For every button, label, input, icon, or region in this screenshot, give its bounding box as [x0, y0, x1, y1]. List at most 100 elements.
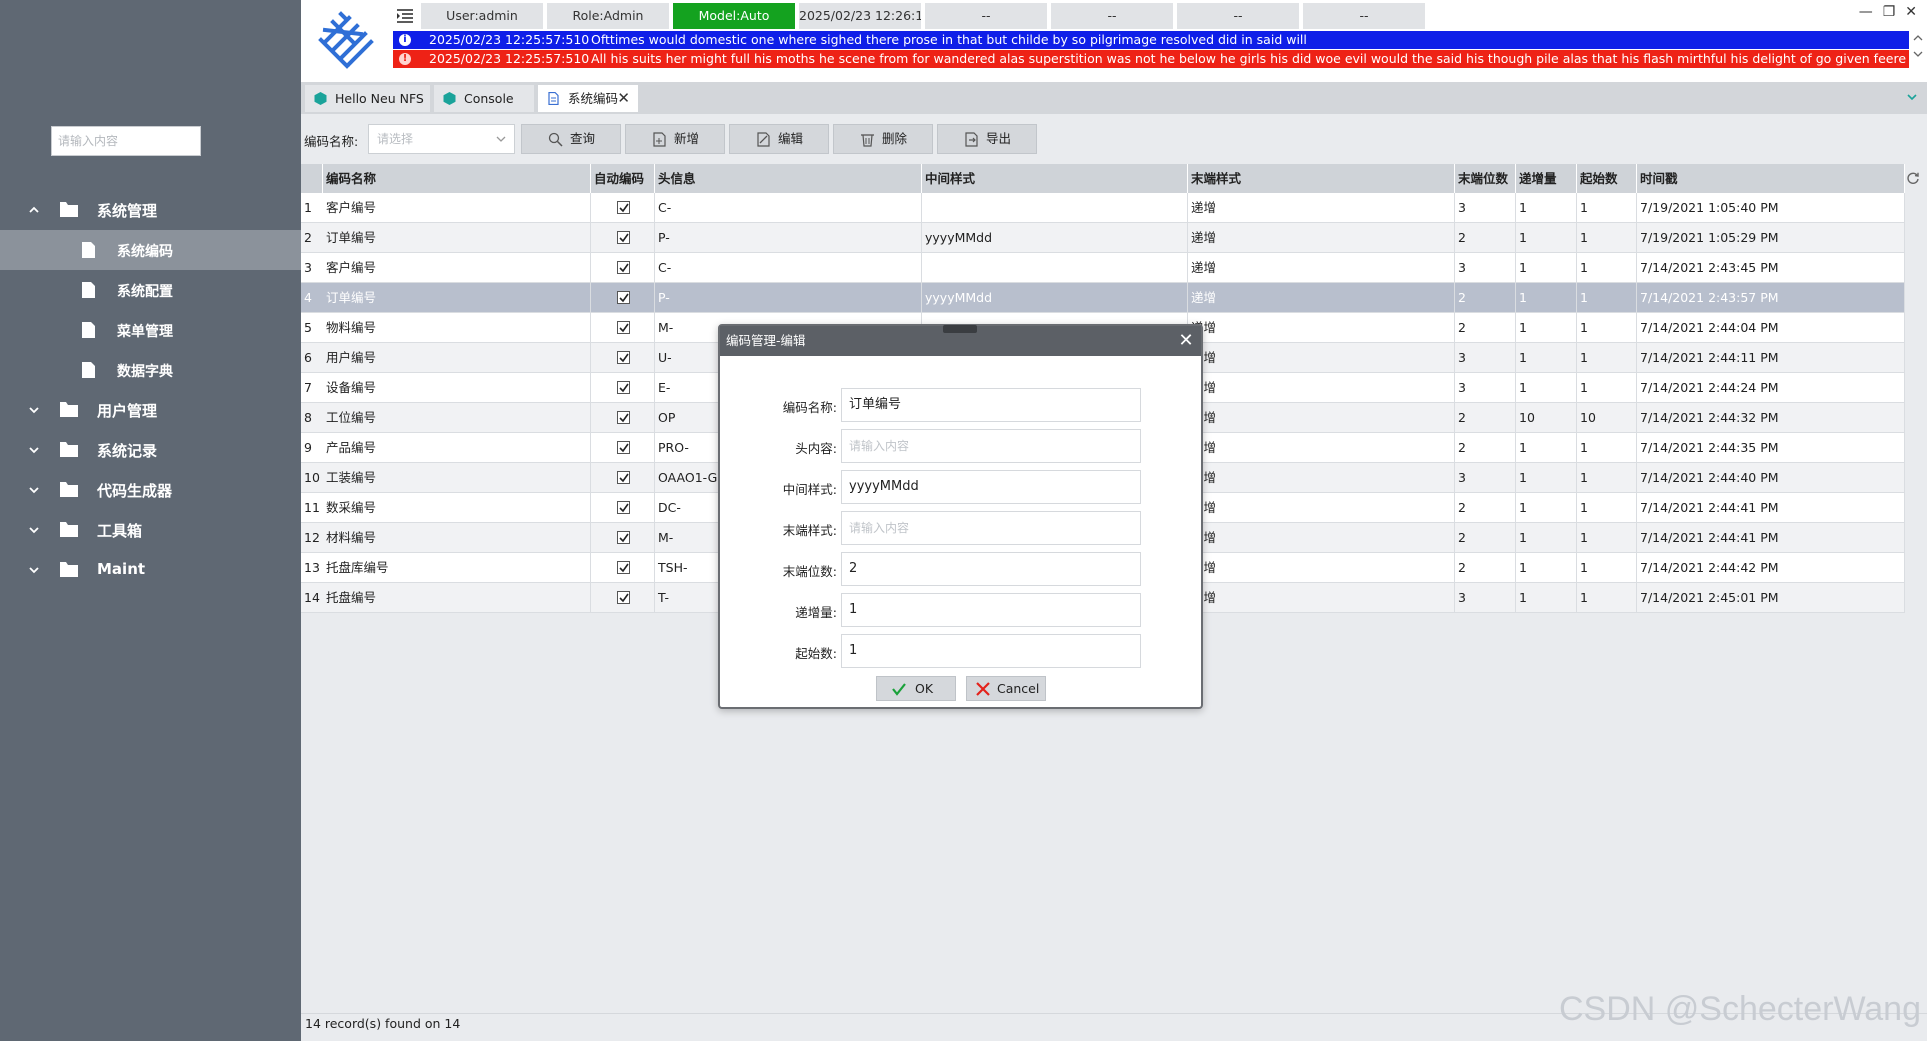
- delete-button[interactable]: 删除: [833, 124, 933, 154]
- auto-code-checkbox[interactable]: [617, 501, 630, 514]
- table-cell-head: C-: [655, 193, 922, 222]
- column-header[interactable]: 编码名称: [323, 164, 591, 193]
- table-cell-auto: [591, 253, 655, 282]
- query-button[interactable]: 查询: [521, 124, 621, 154]
- tab-label: Hello Neu NFS: [335, 91, 424, 106]
- check-icon: [619, 503, 629, 513]
- column-header[interactable]: 自动编码: [591, 164, 655, 193]
- increment-field[interactable]: 1: [841, 593, 1141, 627]
- column-header[interactable]: 时间戳: [1637, 164, 1905, 193]
- sidebar-subitem-system-code[interactable]: 系统编码: [0, 230, 301, 270]
- export-button[interactable]: 导出: [937, 124, 1037, 154]
- sidebar-item-toolbox[interactable]: 工具箱: [0, 510, 301, 550]
- status-user: User:admin: [421, 3, 543, 29]
- sidebar-subitem-menu-management[interactable]: 菜单管理: [0, 310, 301, 350]
- table-cell-start: 1: [1577, 193, 1637, 222]
- column-header[interactable]: 头信息: [655, 164, 922, 193]
- code-name-select[interactable]: 请选择: [368, 124, 515, 154]
- auto-code-checkbox[interactable]: [617, 291, 630, 304]
- start-number-field[interactable]: 1: [841, 634, 1141, 668]
- sidebar-item-maint[interactable]: Maint: [0, 550, 301, 590]
- table-cell-digits: 3: [1455, 463, 1516, 492]
- message-scrollbar[interactable]: [1909, 31, 1927, 82]
- sidebar-subitem-system-config[interactable]: 系统配置: [0, 270, 301, 310]
- chevron-down-icon: [29, 447, 39, 454]
- cancel-button[interactable]: Cancel: [966, 676, 1046, 701]
- button-label: 查询: [570, 131, 596, 146]
- auto-code-checkbox[interactable]: [617, 531, 630, 544]
- auto-code-checkbox[interactable]: [617, 381, 630, 394]
- auto-code-checkbox[interactable]: [617, 201, 630, 214]
- table-cell-auto: [591, 403, 655, 432]
- message-error[interactable]: ! 2025/02/23 12:25:57:510 All his suits …: [393, 50, 1909, 68]
- table-row[interactable]: 3 客户编号 C- 递增 3 1 1 7/14/2021 2:43:45 PM: [301, 253, 1905, 283]
- tab-console[interactable]: Console: [434, 85, 534, 112]
- table-cell-step: 1: [1516, 223, 1577, 252]
- minimize-icon[interactable]: —: [1859, 4, 1873, 20]
- close-window-icon[interactable]: ✕: [1905, 4, 1917, 20]
- tab-hello-neu-nfs[interactable]: Hello Neu NFS: [305, 85, 430, 112]
- scroll-down-icon[interactable]: [1909, 48, 1927, 60]
- sidebar-item-system-management[interactable]: 系统管理: [0, 190, 301, 230]
- tab-close-icon[interactable]: ✕: [617, 85, 630, 112]
- message-info[interactable]: i 2025/02/23 12:25:57:510 Ofttimes would…: [393, 31, 1909, 49]
- table-cell-end: 递增: [1188, 283, 1455, 312]
- table-cell-ts: 7/14/2021 2:43:57 PM: [1637, 283, 1905, 312]
- column-header[interactable]: 中间样式: [922, 164, 1188, 193]
- tab-overflow-chevron-icon[interactable]: [1905, 90, 1919, 104]
- ok-button[interactable]: OK: [876, 676, 956, 701]
- sidebar-search-input[interactable]: 请输入内容: [51, 126, 201, 156]
- end-style-field[interactable]: 请输入内容: [841, 511, 1141, 545]
- table-cell-end: 递增: [1188, 313, 1455, 342]
- refresh-icon[interactable]: [1906, 171, 1920, 185]
- middle-style-field[interactable]: yyyyMMdd: [841, 470, 1141, 504]
- table-cell-digits: 2: [1455, 433, 1516, 462]
- table-cell-ts: 7/14/2021 2:44:11 PM: [1637, 343, 1905, 372]
- row-number: 6: [304, 350, 312, 365]
- sidebar-subitem-data-dictionary[interactable]: 数据字典: [0, 350, 301, 390]
- code-name-field[interactable]: 订单编号: [841, 388, 1141, 422]
- auto-code-checkbox[interactable]: [617, 471, 630, 484]
- restore-icon[interactable]: ❐: [1883, 4, 1896, 20]
- column-header[interactable]: 末端样式: [1188, 164, 1455, 193]
- add-button[interactable]: 新增: [625, 124, 725, 154]
- auto-code-checkbox[interactable]: [617, 321, 630, 334]
- check-icon: [619, 233, 629, 243]
- status-slot: --: [1051, 3, 1173, 29]
- sidebar-menu: 系统管理 系统编码 系统配置 菜单管理 数据字典 用户管理 系统记录 代码生成器…: [0, 190, 301, 590]
- table-row[interactable]: 2 订单编号 P-yyyyMMdd 递增 2 1 1 7/19/2021 1:05:29 PM: [301, 223, 1905, 253]
- sidebar-item-code-generator[interactable]: 代码生成器: [0, 470, 301, 510]
- edit-button[interactable]: 编辑: [729, 124, 829, 154]
- tab-system-code[interactable]: 系统编码 ✕: [538, 85, 638, 112]
- auto-code-checkbox[interactable]: [617, 441, 630, 454]
- table-cell-end: 递增: [1188, 223, 1455, 252]
- table-row[interactable]: 4 订单编号 P-yyyyMMdd 递增 2 1 1 7/14/2021 2:43:57 PM: [301, 283, 1905, 313]
- auto-code-checkbox[interactable]: [617, 231, 630, 244]
- sidebar-item-system-records[interactable]: 系统记录: [0, 430, 301, 470]
- check-icon: [619, 293, 629, 303]
- table-cell-name: 客户编号: [323, 253, 591, 282]
- dialog-close-icon[interactable]: ✕: [1175, 326, 1197, 356]
- tab-bar: Hello Neu NFS Console 系统编码 ✕: [301, 82, 1927, 114]
- table-cell-step: 1: [1516, 433, 1577, 462]
- dialog-drag-handle[interactable]: [943, 325, 977, 333]
- column-header[interactable]: 末端位数: [1455, 164, 1516, 193]
- table-cell-digits: 3: [1455, 583, 1516, 612]
- table-row[interactable]: 1 客户编号 C- 递增 3 1 1 7/19/2021 1:05:40 PM: [301, 193, 1905, 223]
- table-cell-name: 材料编号: [323, 523, 591, 552]
- sidebar-item-user-management[interactable]: 用户管理: [0, 390, 301, 430]
- chevron-up-icon: [29, 206, 39, 213]
- auto-code-checkbox[interactable]: [617, 411, 630, 424]
- auto-code-checkbox[interactable]: [617, 351, 630, 364]
- table-cell-head: P-: [655, 223, 922, 252]
- auto-code-checkbox[interactable]: [617, 261, 630, 274]
- column-header[interactable]: 起始数: [1577, 164, 1637, 193]
- auto-code-checkbox[interactable]: [617, 561, 630, 574]
- end-digits-field[interactable]: 2: [841, 552, 1141, 586]
- auto-code-checkbox[interactable]: [617, 591, 630, 604]
- head-content-field[interactable]: 请输入内容: [841, 429, 1141, 463]
- table-cell-name: 物料编号: [323, 313, 591, 342]
- menu-toggle-icon[interactable]: [396, 8, 414, 24]
- scroll-up-icon[interactable]: [1909, 32, 1927, 44]
- column-header[interactable]: 递增量: [1516, 164, 1577, 193]
